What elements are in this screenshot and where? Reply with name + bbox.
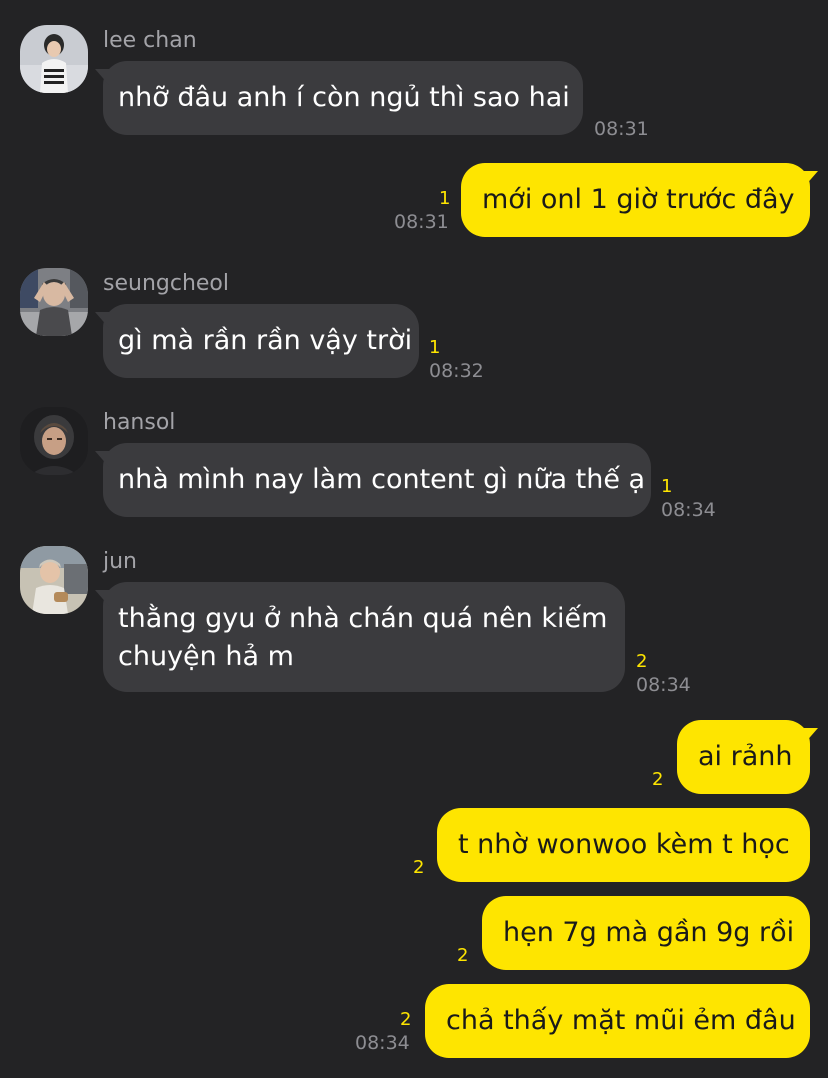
bubble-tail <box>95 69 109 85</box>
lee-chan-avatar-photo <box>20 25 88 93</box>
hansol-avatar-photo <box>20 407 88 475</box>
message-text: t nhờ wonwoo kèm t học <box>458 829 790 860</box>
jun-avatar[interactable] <box>20 546 88 614</box>
unread-count: 1 <box>429 337 441 358</box>
message-time: 08:32 <box>429 360 484 382</box>
message-text: gì mà rần rần vậy trời <box>118 325 413 356</box>
message-text: nhỡ đâu anh í còn ngủ thì sao hai <box>118 82 570 113</box>
message-time: 08:31 <box>394 211 449 233</box>
sender-name: jun <box>103 549 137 574</box>
message-time: 08:34 <box>661 499 716 521</box>
message-text: thằng gyu ở nhà chán quá nên kiếm chuyện… <box>118 603 608 672</box>
bubble-tail <box>804 728 818 744</box>
seungcheol-avatar[interactable] <box>20 268 88 336</box>
unread-count: 1 <box>439 188 451 209</box>
unread-count: 2 <box>457 945 469 966</box>
seungcheol-avatar-photo <box>20 268 88 336</box>
message-time: 08:34 <box>355 1032 410 1054</box>
bubble-tail <box>95 312 109 328</box>
incoming-message-bubble[interactable]: gì mà rần rần vậy trời <box>95 304 419 378</box>
incoming-message-bubble[interactable]: nhà mình nay làm content gì nữa thế ạ <box>95 443 651 517</box>
bubble-tail <box>95 590 109 606</box>
outgoing-message-bubble[interactable]: mới onl 1 giờ trước đây <box>461 163 818 237</box>
outgoing-message-bubble[interactable]: hẹn 7g mà gần 9g rồi <box>482 896 810 970</box>
outgoing-message-bubble[interactable]: ai rảnh <box>677 720 818 794</box>
hansol-avatar[interactable] <box>20 407 88 475</box>
jun-avatar-photo <box>20 546 88 614</box>
incoming-message-bubble[interactable]: nhỡ đâu anh í còn ngủ thì sao hai <box>95 61 583 135</box>
outgoing-message-bubble[interactable]: chả thấy mặt mũi ẻm đâu <box>425 984 810 1058</box>
lee-chan-avatar[interactable] <box>20 25 88 93</box>
sender-name: seungcheol <box>103 271 229 296</box>
incoming-message-bubble[interactable]: thằng gyu ở nhà chán quá nên kiếm chuyện… <box>95 582 625 692</box>
message-text: chả thấy mặt mũi ẻm đâu <box>446 1005 796 1036</box>
message-time: 08:31 <box>594 118 649 140</box>
message-text: hẹn 7g mà gần 9g rồi <box>503 917 795 948</box>
unread-count: 2 <box>413 857 425 878</box>
message-text: nhà mình nay làm content gì nữa thế ạ <box>118 464 646 495</box>
message-text: ai rảnh <box>698 741 793 772</box>
chat-message-list[interactable]: lee chan nhỡ đâu anh í còn ngủ thì sao h… <box>0 0 828 1078</box>
bubble-tail <box>95 451 109 467</box>
sender-name: hansol <box>103 410 176 435</box>
unread-count: 2 <box>652 769 664 790</box>
message-time: 08:34 <box>636 674 691 696</box>
unread-count: 2 <box>400 1009 412 1030</box>
unread-count: 2 <box>636 651 648 672</box>
bubble-tail <box>804 171 818 187</box>
outgoing-message-bubble[interactable]: t nhờ wonwoo kèm t học <box>437 808 810 882</box>
message-text: mới onl 1 giờ trước đây <box>482 184 795 215</box>
unread-count: 1 <box>661 476 673 497</box>
sender-name: lee chan <box>103 28 197 53</box>
